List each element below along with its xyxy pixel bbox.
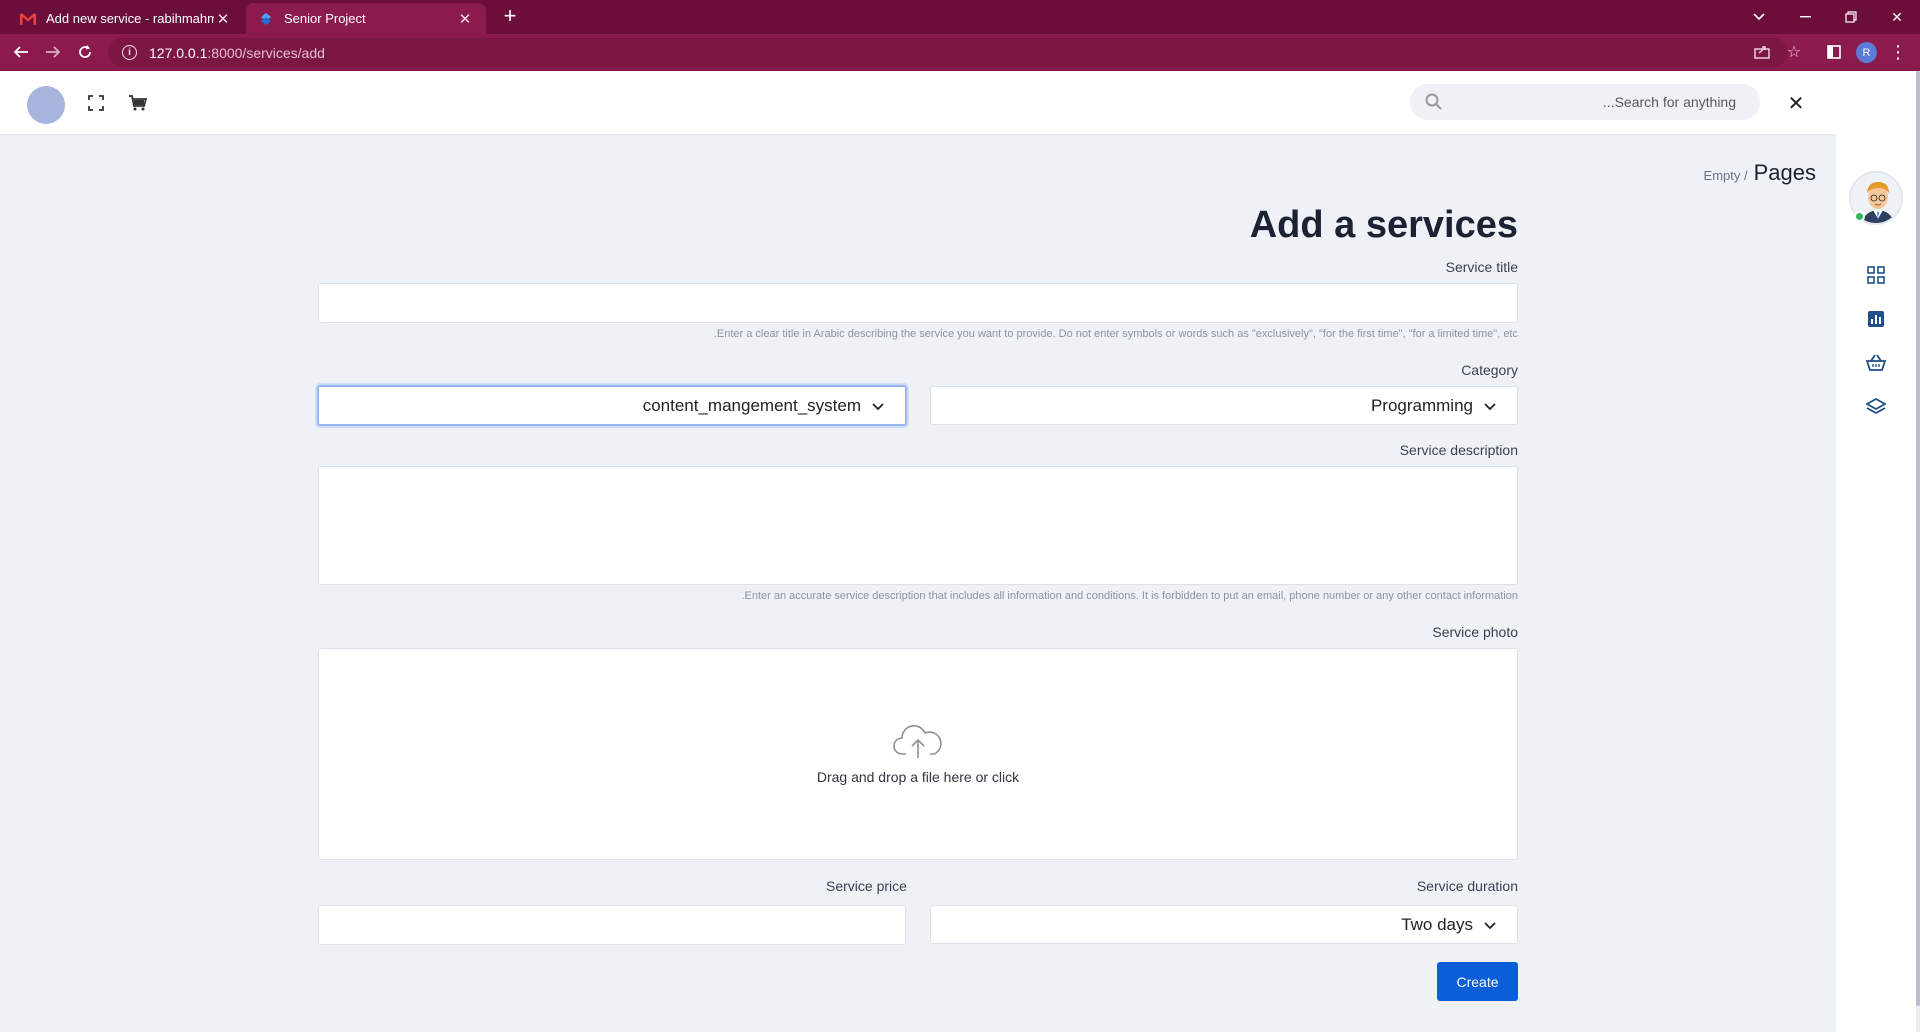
url-path: :8000/services/add [207,44,325,61]
reload-icon[interactable] [72,39,98,65]
service-photo-label: Service photo [1432,624,1518,640]
basket-icon[interactable] [1864,351,1888,375]
browser-menu-icon[interactable]: ⋮ [1885,39,1911,65]
new-tab-button[interactable]: + [498,5,522,29]
share-icon[interactable] [1749,39,1775,65]
subcategory-select[interactable]: content_mangement_system [317,385,907,426]
restore-window-button[interactable] [1828,0,1874,34]
service-description-label: Service description [1399,442,1518,458]
bookmark-star-icon[interactable]: ☆ [1781,39,1807,65]
breadcrumb-parent[interactable]: Empty / [1704,168,1748,183]
online-status-indicator [1854,211,1865,222]
minimize-window-button[interactable] [1782,0,1828,34]
category-select[interactable]: Programming [930,386,1518,425]
service-description-textarea[interactable] [318,466,1518,585]
gmail-icon [20,11,36,27]
page-title: Add a services [1249,204,1518,246]
close-window-button[interactable]: ✕ [1874,0,1920,34]
service-description-hint: .Enter an accurate service description t… [741,590,1518,602]
create-button[interactable]: Create [1437,962,1518,1001]
service-price-input[interactable] [318,905,906,945]
browser-tab-gmail[interactable]: Add new service - rabihmahmou ✕ [8,3,244,34]
tab-title: Add new service - rabihmahmou [46,11,214,26]
back-arrow-icon[interactable] [8,39,34,65]
browser-tab-senior-project[interactable]: Senior Project ✕ [246,3,486,34]
right-sidebar [1836,71,1920,1032]
category-label: Category [1461,362,1518,378]
service-title-hint: .Enter a clear title in Arabic describin… [713,328,1518,340]
service-duration-select[interactable]: Two days [930,905,1518,944]
browser-profile-avatar[interactable]: R [1856,42,1877,63]
page-scrollbar-thumb[interactable] [1916,71,1920,1006]
site-info-icon[interactable]: i [122,45,137,60]
category-selected-value: Programming [1370,395,1473,415]
layers-icon[interactable] [1864,395,1888,419]
close-icon[interactable]: ✕ [1784,91,1808,115]
search-icon [1425,93,1442,110]
tab-title: Senior Project [284,11,366,26]
dropzone-text: Drag and drop a file here or click [816,769,1020,785]
subcategory-selected-value: content_mangement_system [642,395,861,415]
close-tab-icon[interactable]: ✕ [456,10,474,28]
breadcrumb: Empty / Pages [1704,160,1816,186]
service-price-label: Service price [826,878,907,894]
fullscreen-icon[interactable] [84,91,108,115]
forward-arrow-icon[interactable] [40,39,66,65]
cloud-upload-icon [893,724,942,758]
close-tab-icon[interactable]: ✕ [214,10,232,28]
search-input[interactable] [1444,94,1736,110]
cart-icon[interactable] [126,91,150,115]
chevron-down-icon [1484,921,1496,929]
service-title-input[interactable] [318,283,1518,323]
browser-tab-strip: Add new service - rabihmahmou ✕ Senior P… [0,0,1920,34]
side-panel-icon[interactable] [1821,39,1847,65]
app-icon [258,11,274,27]
duration-selected-value: Two days [1401,914,1473,934]
photo-dropzone[interactable]: Drag and drop a file here or click [318,648,1518,860]
chevron-down-icon [1484,402,1496,410]
url-host: 127.0.0.1 [149,44,208,61]
app-header: ✕ [0,71,1836,134]
dashboard-icon[interactable] [1864,263,1888,287]
browser-toolbar: i 127.0.0.1:8000/services/add ☆ ⋮ [0,34,1920,71]
breadcrumb-current: Pages [1753,160,1816,185]
logo[interactable] [27,86,65,124]
chevron-down-icon [872,402,884,410]
analytics-icon[interactable] [1864,307,1888,331]
service-title-label: Service title [1445,259,1518,275]
search-bar[interactable] [1410,84,1760,120]
tab-search-icon[interactable] [1736,0,1782,34]
address-bar[interactable]: i 127.0.0.1:8000/services/add [108,38,1788,67]
service-duration-label: Service duration [1416,878,1518,894]
